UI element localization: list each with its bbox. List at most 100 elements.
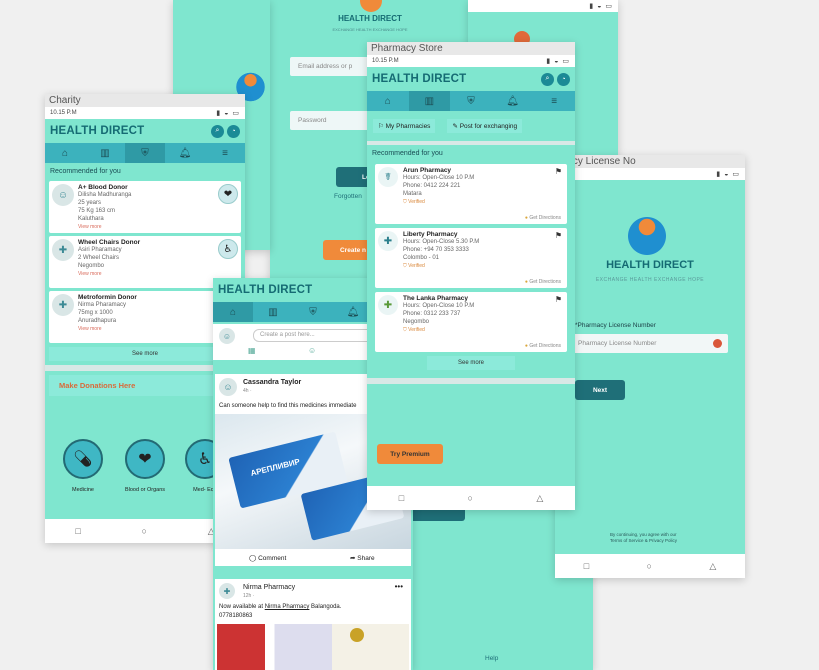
terms-link[interactable]: Terms of Service & Privacy Policy (610, 538, 677, 544)
app-bar: HEALTH DIRECT ⌕ ◔ (45, 119, 245, 143)
post-text-link[interactable]: Nirma Pharmacy (265, 604, 310, 610)
status-icons: ▮ ◒ ▭ (589, 3, 613, 10)
post-exchange-button[interactable]: ✎ Post for exchanging (447, 119, 523, 133)
donor-title: A+ Blood Donor (78, 184, 128, 191)
help-link[interactable]: Help (485, 655, 498, 662)
tile-label: Blood or Organs (124, 487, 166, 493)
pharmacy-phone: Phone: 0312 233 737 (403, 311, 461, 318)
blood-organs-tile-icon[interactable]: ❤ (125, 439, 165, 479)
my-pharmacies-button[interactable]: ⚐ My Pharmacies (373, 119, 436, 133)
post-meta: 4h · (243, 388, 252, 394)
tab-charity[interactable]: ⛨ (450, 91, 492, 111)
avatar: ☺ (219, 328, 235, 344)
pharmacy-city: Colombo - 01 (403, 255, 440, 262)
chat-icon[interactable]: ◔ (557, 72, 570, 86)
view-more-link[interactable]: View more (78, 326, 137, 333)
tab-notifications[interactable]: 🔔︎ (492, 91, 534, 111)
section-title: Recommended for you (372, 150, 443, 157)
home-icon: ⌂ (229, 306, 237, 318)
pharmacy-logo-icon: ✚ (219, 583, 235, 599)
next-button[interactable]: Next (575, 380, 625, 400)
shield-icon: ⛨ (309, 306, 317, 318)
view-more-link[interactable]: View more (78, 224, 131, 231)
home-button-icon[interactable]: ○ (647, 561, 652, 571)
tab-bar: ⌂ ▥ ⛨ 🔔︎ ≡ (45, 143, 245, 163)
license-number-field[interactable]: Pharmacy License Number (570, 334, 728, 353)
status-icons: ▮ ◒ ▭ (716, 171, 740, 178)
tab-menu[interactable]: ≡ (205, 143, 245, 163)
tab-home[interactable]: ⌂ (45, 143, 85, 163)
tab-notifications[interactable]: 🔔︎ (165, 143, 205, 163)
status-bar: ▮ ◒ ▭ (555, 168, 745, 180)
search-icon[interactable]: ⌕ (541, 72, 554, 86)
bookmark-icon[interactable]: ⚑ (555, 231, 562, 241)
comment-button[interactable]: ◯ Comment (249, 554, 286, 562)
get-directions-link[interactable]: ● Get Directions (525, 343, 561, 350)
donor-card[interactable]: ☺ A+ Blood Donor Dilisha Madhuranga 25 y… (49, 181, 241, 233)
license-screen: macy License No ▮ ◒ ▭ HEALTH DIRECT EXCH… (555, 155, 745, 578)
bookmark-icon[interactable]: ⚑ (555, 167, 562, 177)
bookmark-icon[interactable]: ⚑ (555, 295, 562, 305)
tab-home[interactable]: ⌂ (367, 91, 409, 111)
brand-tagline: EXCHANGE HEALTH EXCHANGE HOPE (595, 277, 705, 283)
box-label: АРЕПЛИВИР (249, 457, 301, 478)
tab-stores[interactable]: ▥ (253, 302, 293, 322)
pharmacy-card[interactable]: ✚ The Lanka Pharmacy Hours: Open-Close 1… (375, 292, 567, 352)
bell-icon: 🔔︎ (346, 306, 360, 318)
get-directions-label: Get Directions (529, 278, 561, 285)
tab-home[interactable]: ⌂ (213, 302, 253, 322)
post-text: Now available at Nirma Pharmacy Balangod… (219, 604, 341, 610)
pharmacy-card[interactable]: ✚ Liberty Pharmacy Hours: Open-Close 5.3… (375, 228, 567, 288)
bookmark-icon: ⚐ (378, 123, 386, 130)
get-directions-link[interactable]: ● Get Directions (525, 215, 561, 222)
post-image[interactable] (217, 624, 409, 670)
get-directions-label: Get Directions (529, 214, 561, 221)
photo-icon[interactable]: ▦ (248, 346, 256, 355)
tab-charity[interactable]: ⛨ (125, 143, 165, 163)
verified-label: Verified (408, 326, 425, 333)
wheelchair-icon: ♿︎ (218, 239, 238, 259)
medicine-tile-icon[interactable]: 💊︎ (63, 439, 103, 479)
search-icon[interactable]: ⌕ (211, 124, 224, 138)
forgotten-link[interactable]: Forgotten (334, 193, 362, 200)
get-directions-link[interactable]: ● Get Directions (525, 279, 561, 286)
view-more-link[interactable]: View more (78, 271, 140, 278)
pharmacy-card[interactable]: ☤ Arun Pharmacy Hours: Open-Close 10 P.M… (375, 164, 567, 224)
donor-line: 75mg x 1000 (78, 310, 113, 317)
post-author[interactable]: Nirma Pharmacy (243, 584, 295, 591)
section-title: Recommended for you (50, 168, 121, 175)
home-button-icon[interactable]: ○ (142, 526, 147, 536)
pharmacy-hours: Hours: Open-Close 5.30 P.M (403, 239, 480, 246)
recent-apps-icon[interactable]: □ (75, 526, 80, 536)
tab-stores[interactable]: ▥ (85, 143, 125, 163)
brand-title: HEALTH DIRECT (372, 73, 467, 85)
donor-title: Metroformin Donor (78, 294, 137, 301)
pharmacy-hours: Hours: Open-Close 10 P.M (403, 175, 475, 182)
donor-title: Wheel Chairs Donor (78, 239, 141, 246)
tab-charity[interactable]: ⛨ (293, 302, 333, 322)
feeling-icon[interactable]: ☺ (308, 346, 316, 355)
pharmacy-store-screen: Pharmacy Store 10.15 P.M ▮ ◒ ▭ HEALTH DI… (367, 42, 575, 510)
tab-menu[interactable]: ≡ (533, 91, 575, 111)
post-author[interactable]: Cassandra Taylor (243, 379, 301, 386)
status-time: 10.15 P.M (50, 110, 77, 116)
brand-tagline: EXCHANGE HEALTH EXCHANGE HOPE (332, 27, 408, 32)
comment-label: Comment (258, 555, 287, 562)
tab-stores[interactable]: ▥ (408, 91, 451, 111)
donor-line: 2 Wheel Chairs (78, 255, 120, 262)
login-logo: HEALTH DIRECT EXCHANGE HEALTH EXCHANGE H… (325, 0, 415, 40)
donor-line: Anuradhapura (78, 318, 117, 325)
see-more-button[interactable]: See more (427, 356, 515, 370)
recent-apps-icon[interactable]: □ (584, 561, 589, 571)
back-icon[interactable]: △ (709, 561, 716, 572)
home-button-icon[interactable]: ○ (468, 493, 473, 503)
recent-apps-icon[interactable]: □ (399, 493, 404, 503)
back-icon[interactable]: △ (536, 493, 543, 504)
share-button[interactable]: ➦ Share (350, 554, 375, 562)
chat-icon[interactable]: ◔ (227, 124, 240, 138)
try-premium-button[interactable]: Try Premium (377, 444, 443, 464)
post-card: ✚ Nirma Pharmacy 12h · ••• Now available… (215, 579, 411, 670)
more-options-icon[interactable]: ••• (395, 582, 403, 591)
post-text-prefix: Now available at (219, 604, 265, 610)
post-phone: 0778180863 (219, 613, 253, 619)
